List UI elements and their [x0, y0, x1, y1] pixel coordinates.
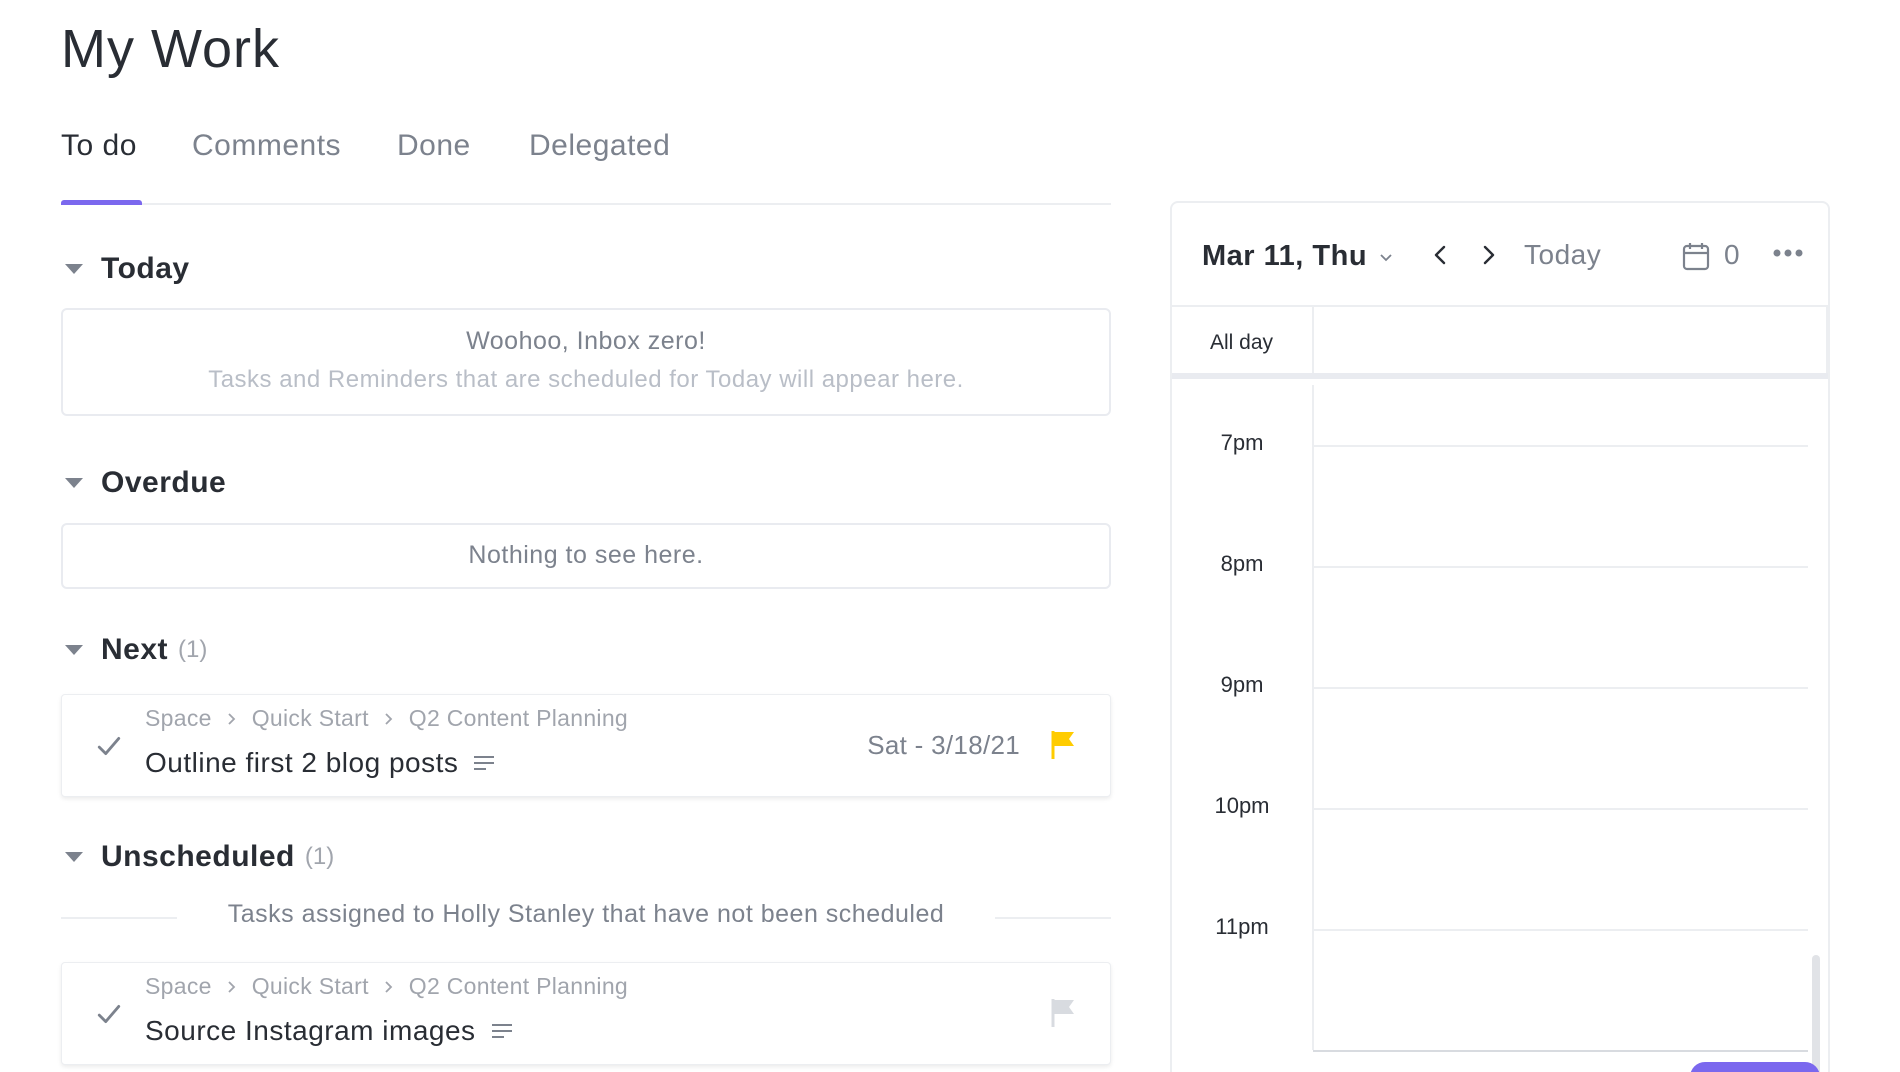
section-count: (1) [304, 843, 335, 870]
tab-done[interactable]: Done [397, 129, 471, 163]
all-day-separator [1312, 307, 1314, 373]
collapse-caret-icon[interactable] [65, 478, 83, 488]
hour-line [1313, 687, 1808, 689]
task-name[interactable]: Outline first 2 blog posts [145, 747, 496, 779]
active-tab-indicator [61, 200, 142, 205]
chevron-right-icon [385, 712, 393, 725]
page-title: My Work [61, 19, 280, 79]
time-grid-separator [1312, 385, 1314, 1050]
hour-label: 10pm [1214, 793, 1270, 818]
all-day-label: All day [1210, 331, 1274, 354]
section-title: Today [101, 252, 190, 285]
unscheduled-divider: Tasks assigned to Holly Stanley that hav… [61, 897, 1111, 937]
task-name-text: Source Instagram images [145, 1015, 476, 1046]
breadcrumb: Space Quick Start Q2 Content Planning [145, 973, 628, 1000]
section-header-next: Next (1) [61, 633, 207, 667]
section-header-unscheduled: Unscheduled (1) [61, 840, 334, 874]
calendar-header: Mar 11, Thu Today 0 [1172, 203, 1828, 307]
flag-empty-icon[interactable] [1050, 997, 1076, 1029]
time-grid[interactable]: 7pm 8pm 9pm 10pm 11pm [1172, 385, 1828, 1072]
hour-line [1313, 929, 1808, 931]
today-button[interactable]: Today [1524, 239, 1601, 271]
hour-label: 9pm [1220, 672, 1264, 697]
section-title: Next [101, 633, 169, 666]
task-row[interactable]: Space Quick Start Q2 Content Planning So… [61, 962, 1111, 1065]
collapse-caret-icon[interactable] [65, 264, 83, 274]
hour-label: 8pm [1220, 551, 1264, 576]
chevron-down-icon [1380, 253, 1392, 261]
all-day-row[interactable]: All day [1172, 307, 1828, 379]
breadcrumb-item[interactable]: Q2 Content Planning [409, 973, 628, 1000]
breadcrumb-item[interactable]: Quick Start [252, 973, 369, 1000]
time-grid-bottom [1313, 1050, 1808, 1052]
overdue-empty-state: Nothing to see here. [61, 523, 1111, 589]
breadcrumb-item[interactable]: Quick Start [252, 705, 369, 732]
hour-line [1313, 566, 1808, 568]
tab-bar: To do Comments Done Delegated [61, 125, 1111, 205]
description-icon [491, 1024, 512, 1038]
tab-delegated[interactable]: Delegated [529, 129, 670, 163]
section-count: (1) [178, 636, 208, 663]
calendar-date-label: Mar 11, Thu [1202, 240, 1368, 272]
tab-to-do[interactable]: To do [61, 129, 137, 163]
breadcrumb-item[interactable]: Space [145, 973, 212, 1000]
description-icon [474, 756, 495, 770]
chevron-right-icon [228, 712, 235, 725]
calendar-date-picker[interactable]: Mar 11, Thu [1202, 240, 1393, 273]
chevron-right-icon [228, 980, 235, 993]
due-date[interactable]: Sat - 3/18/21 [867, 730, 1020, 761]
hour-line [1313, 445, 1808, 447]
empty-state-subtitle: Tasks and Reminders that are scheduled f… [208, 366, 964, 393]
add-event-button[interactable] [1690, 1062, 1820, 1072]
calendar-icon[interactable] [1682, 241, 1710, 271]
collapse-caret-icon[interactable] [65, 645, 83, 655]
chevron-right-icon[interactable] [1474, 241, 1502, 269]
collapse-caret-icon[interactable] [65, 852, 83, 862]
task-row[interactable]: Space Quick Start Q2 Content Planning Ou… [61, 694, 1111, 797]
chevron-left-icon[interactable] [1427, 241, 1455, 269]
hour-label: 7pm [1220, 430, 1264, 455]
tab-comments[interactable]: Comments [192, 129, 341, 163]
check-icon[interactable] [96, 1001, 122, 1027]
breadcrumb: Space Quick Start Q2 Content Planning [145, 705, 628, 732]
hour-label: 11pm [1215, 914, 1269, 939]
section-title: Unscheduled [101, 840, 295, 873]
chevron-right-icon [385, 980, 393, 993]
empty-state-title: Nothing to see here. [468, 541, 704, 569]
calendar-scrollbar[interactable] [1812, 955, 1820, 1072]
calendar-panel: Mar 11, Thu Today 0 All day 7pm 8pm 9pm … [1170, 201, 1830, 1072]
today-empty-state: Woohoo, Inbox zero! Tasks and Reminders … [61, 308, 1111, 416]
section-header-today: Today [61, 252, 190, 286]
task-name[interactable]: Source Instagram images [145, 1015, 514, 1047]
hour-line [1313, 808, 1808, 810]
more-options-icon[interactable] [1772, 243, 1804, 263]
all-day-border [1826, 307, 1828, 373]
flag-high-icon[interactable] [1050, 729, 1076, 761]
section-header-overdue: Overdue [61, 466, 226, 500]
check-icon[interactable] [96, 733, 122, 759]
divider-text: Tasks assigned to Holly Stanley that hav… [227, 900, 945, 928]
task-name-text: Outline first 2 blog posts [145, 747, 459, 778]
calendar-event-count: 0 [1724, 239, 1740, 270]
empty-state-title: Woohoo, Inbox zero! [466, 327, 706, 355]
breadcrumb-item[interactable]: Space [145, 705, 212, 732]
breadcrumb-item[interactable]: Q2 Content Planning [409, 705, 628, 732]
section-title: Overdue [101, 466, 227, 499]
divider-line [995, 917, 1111, 919]
